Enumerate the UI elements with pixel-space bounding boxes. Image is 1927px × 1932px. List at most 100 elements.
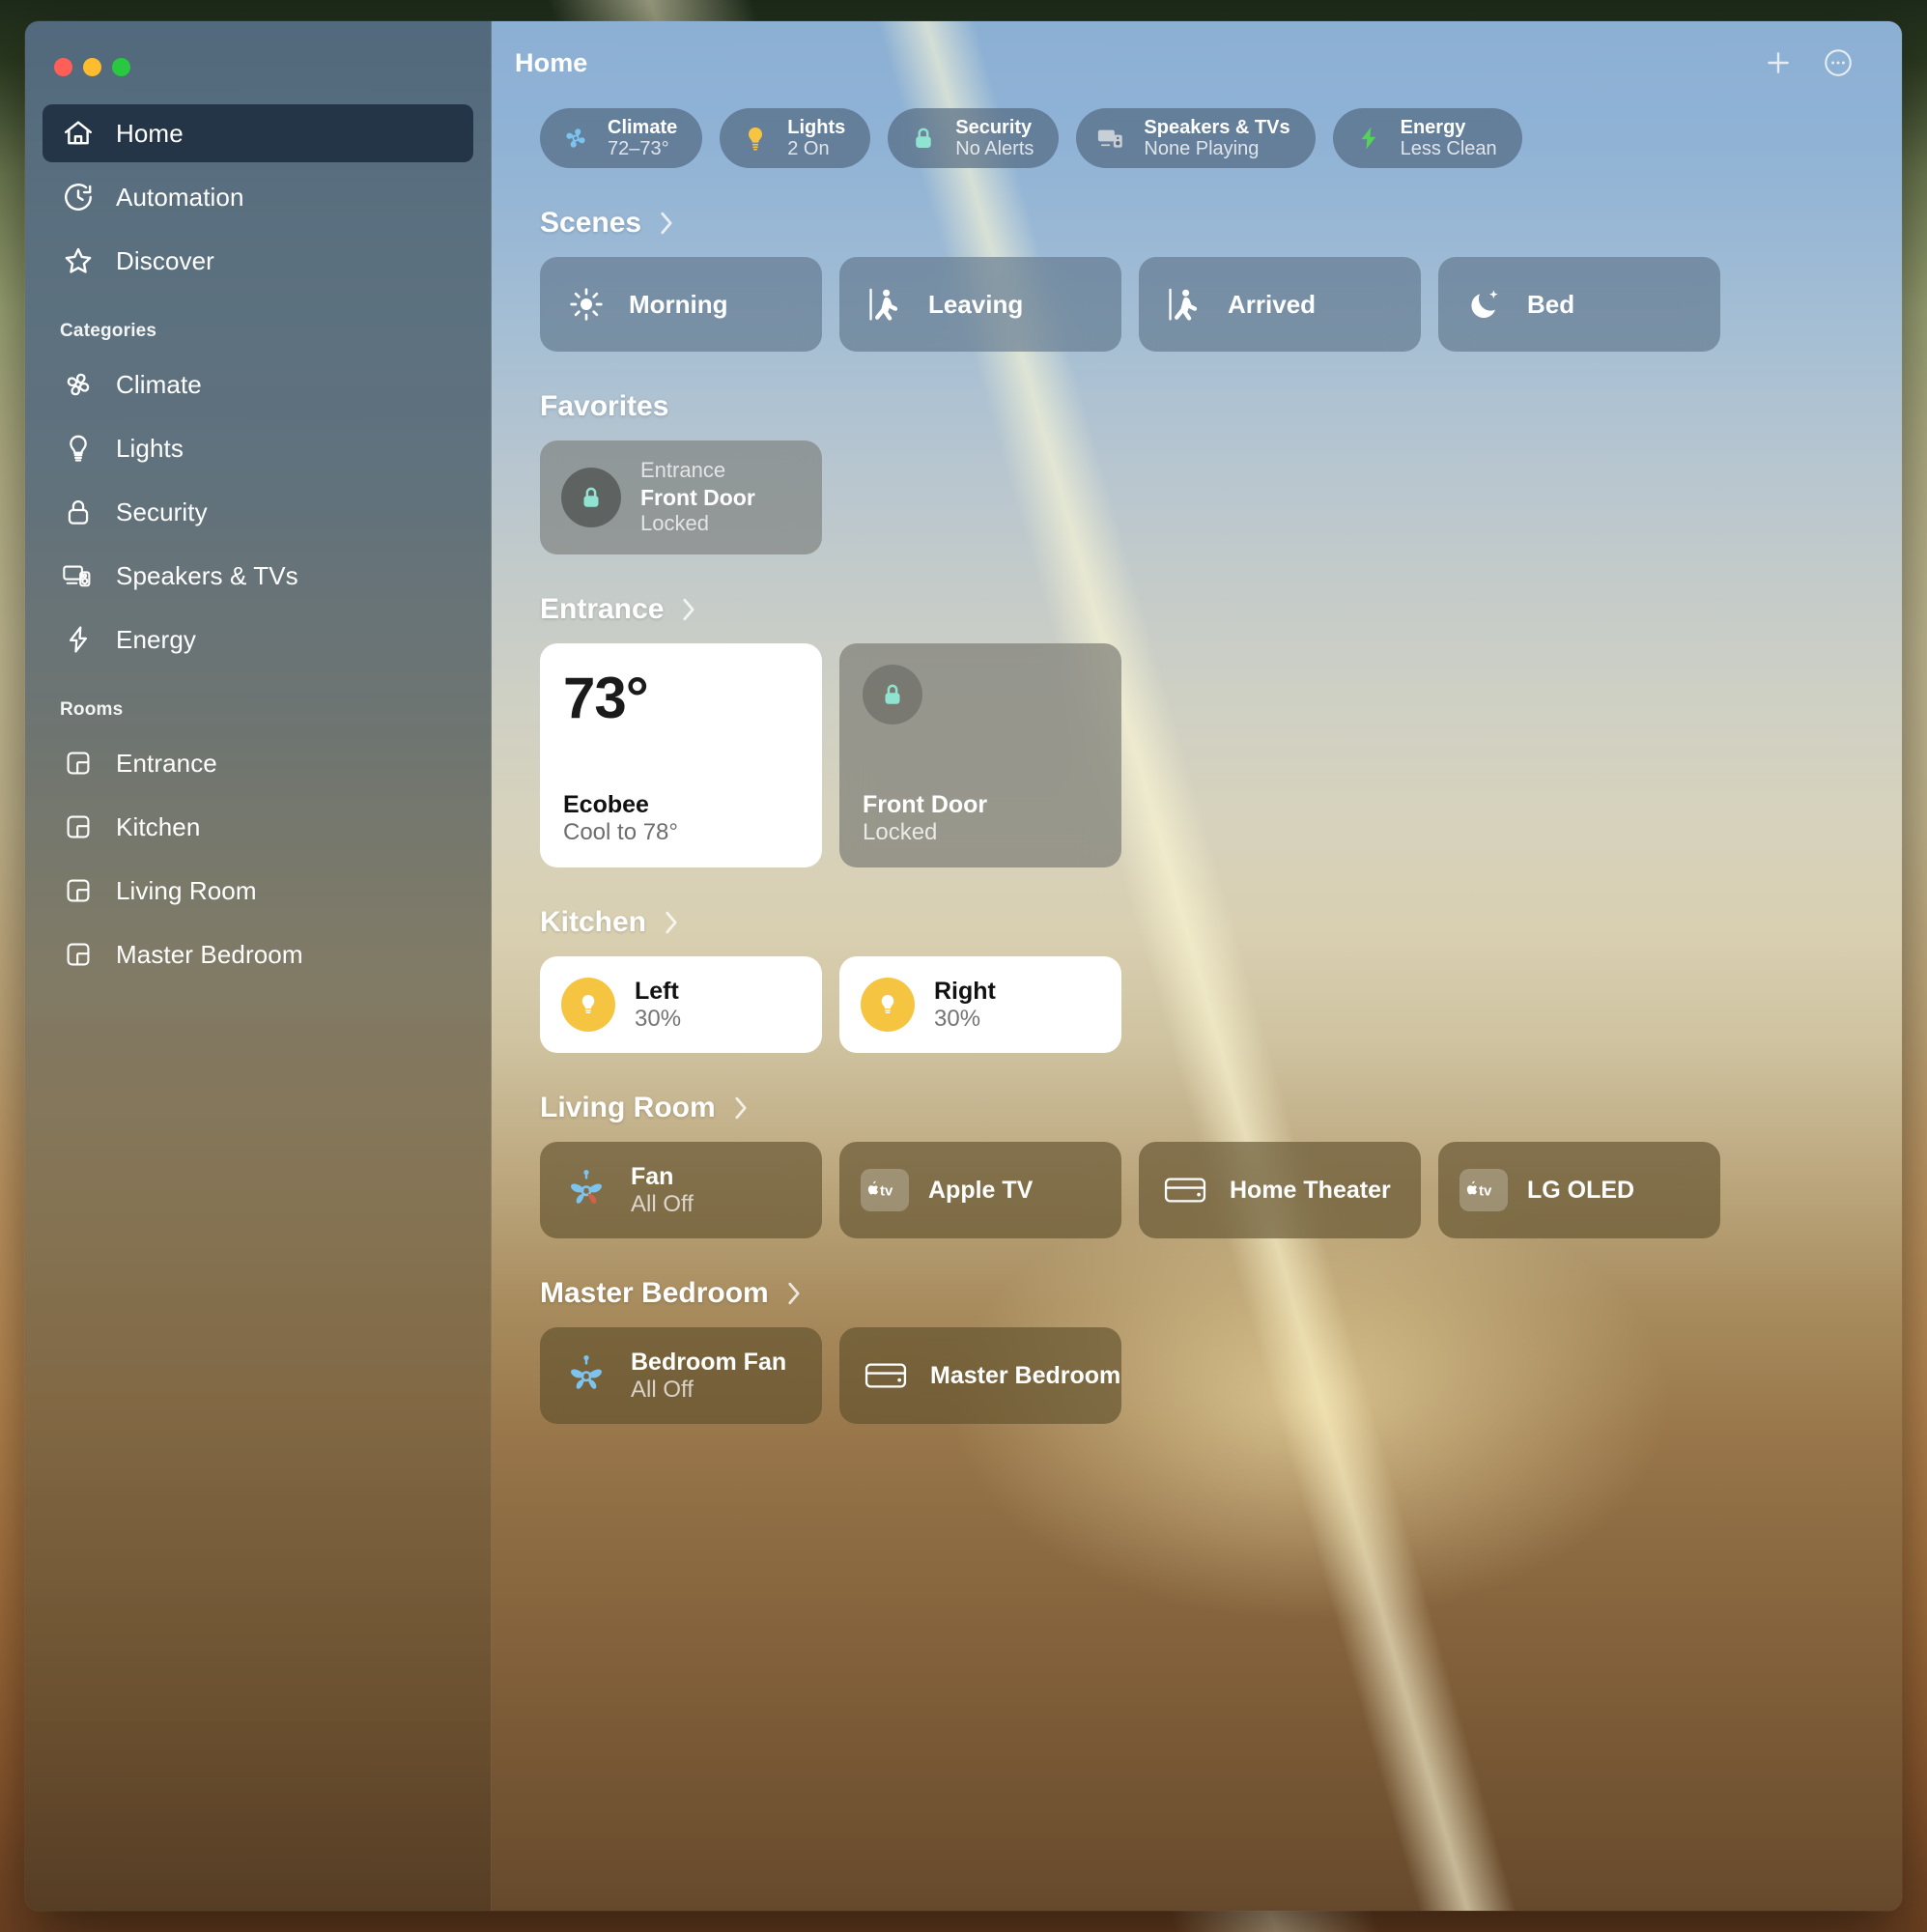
add-button[interactable] bbox=[1757, 42, 1799, 84]
sidebar-item-label: Lights bbox=[116, 434, 184, 464]
sidebar-item-master-bedroom[interactable]: Master Bedroom bbox=[43, 925, 473, 983]
close-button[interactable] bbox=[54, 58, 72, 76]
accessory-tile-apple-tv[interactable]: tv Apple TV bbox=[839, 1142, 1121, 1238]
accessory-tile-text: Bedroom Fan All Off bbox=[631, 1349, 786, 1404]
accessory-tile-master-bedroom-receiver[interactable]: Master Bedroom bbox=[839, 1327, 1121, 1424]
ceiling-fan-icon bbox=[561, 1165, 611, 1215]
sidebar: Home Automation Discover Catego bbox=[25, 21, 492, 1911]
scene-tile-bed[interactable]: Bed bbox=[1438, 257, 1720, 352]
status-pill-security[interactable]: Security No Alerts bbox=[888, 108, 1059, 168]
sidebar-item-automation[interactable]: Automation bbox=[43, 168, 473, 226]
accessory-name: Apple TV bbox=[928, 1177, 1033, 1205]
accessory-tile-bedroom-fan[interactable]: Bedroom Fan All Off bbox=[540, 1327, 822, 1424]
accessory-tile-text: Right 30% bbox=[934, 978, 996, 1033]
room-icon bbox=[60, 936, 97, 973]
section-title: Master Bedroom bbox=[540, 1277, 769, 1310]
sidebar-item-label: Discover bbox=[116, 246, 214, 276]
speaker-tv-icon bbox=[1095, 122, 1128, 155]
bolt-icon bbox=[1352, 122, 1385, 155]
lock-icon bbox=[561, 468, 621, 527]
sidebar-item-climate[interactable]: Climate bbox=[43, 355, 473, 413]
status-pill-title: Energy bbox=[1401, 117, 1497, 138]
clock-icon bbox=[60, 179, 97, 215]
status-pill-title: Security bbox=[955, 117, 1034, 138]
section-header-entrance[interactable]: Entrance bbox=[515, 554, 1879, 643]
room-icon bbox=[60, 809, 97, 845]
status-pill-subtitle: None Playing bbox=[1144, 138, 1289, 159]
minimize-button[interactable] bbox=[83, 58, 101, 76]
sidebar-item-energy[interactable]: Energy bbox=[43, 611, 473, 668]
home-app-window: Home Automation Discover Catego bbox=[25, 21, 1902, 1911]
living-room-tile-row: Fan All Off tv Apple TV bbox=[515, 1142, 1879, 1238]
appletv-icon: tv bbox=[861, 1169, 909, 1211]
accessory-tile-text: Front Door Locked bbox=[863, 791, 1098, 846]
sidebar-item-home[interactable]: Home bbox=[43, 104, 473, 162]
section-header-master-bedroom[interactable]: Master Bedroom bbox=[515, 1238, 1879, 1327]
accessory-tile-front-door[interactable]: Front Door Locked bbox=[839, 643, 1121, 867]
scene-tile-morning[interactable]: Morning bbox=[540, 257, 822, 352]
accessory-tile-left-light[interactable]: Left 30% bbox=[540, 956, 822, 1053]
person-walking-in-icon bbox=[1164, 283, 1206, 326]
sidebar-item-living-room[interactable]: Living Room bbox=[43, 862, 473, 920]
section-header-living-room[interactable]: Living Room bbox=[515, 1053, 1879, 1142]
sidebar-rooms-header: Rooms bbox=[25, 674, 491, 734]
sidebar-item-discover[interactable]: Discover bbox=[43, 232, 473, 290]
house-icon bbox=[60, 115, 97, 152]
section-header-kitchen[interactable]: Kitchen bbox=[515, 867, 1879, 956]
more-options-button[interactable] bbox=[1817, 42, 1859, 84]
lock-icon bbox=[907, 122, 940, 155]
svg-text:tv: tv bbox=[880, 1182, 893, 1199]
status-pill-climate[interactable]: Climate 72–73° bbox=[540, 108, 702, 168]
sidebar-item-lights[interactable]: Lights bbox=[43, 419, 473, 477]
person-walking-out-icon bbox=[864, 283, 907, 326]
sidebar-item-label: Security bbox=[116, 497, 208, 527]
entrance-tile-row: 73° Ecobee Cool to 78° Front Door bbox=[515, 643, 1879, 867]
accessory-tile-ecobee[interactable]: 73° Ecobee Cool to 78° bbox=[540, 643, 822, 867]
main-content: Home bbox=[492, 21, 1902, 1911]
sidebar-primary-list: Home Automation Discover bbox=[25, 104, 491, 290]
sidebar-item-kitchen[interactable]: Kitchen bbox=[43, 798, 473, 856]
favorite-card-front-door[interactable]: Entrance Front Door Locked bbox=[540, 440, 822, 554]
bulb-icon bbox=[60, 430, 97, 467]
section-header-scenes[interactable]: Scenes bbox=[515, 168, 1879, 257]
status-pill-text: Lights 2 On bbox=[787, 117, 845, 160]
accessory-state: 30% bbox=[635, 1006, 681, 1033]
status-pill-lights[interactable]: Lights 2 On bbox=[720, 108, 870, 168]
favorites-row: Entrance Front Door Locked bbox=[515, 440, 1879, 554]
accessory-tile-lg-oled[interactable]: tv LG OLED bbox=[1438, 1142, 1720, 1238]
accessory-state: All Off bbox=[631, 1377, 786, 1404]
scene-tile-arrived[interactable]: Arrived bbox=[1139, 257, 1421, 352]
status-pill-text: Security No Alerts bbox=[955, 117, 1034, 160]
section-title: Entrance bbox=[540, 593, 664, 626]
speaker-tv-icon bbox=[60, 557, 97, 594]
favorite-state: Locked bbox=[640, 511, 755, 537]
sidebar-item-security[interactable]: Security bbox=[43, 483, 473, 541]
accessory-tile-right-light[interactable]: Right 30% bbox=[839, 956, 1121, 1053]
accessory-tile-text: Apple TV bbox=[928, 1177, 1033, 1205]
chevron-right-icon bbox=[731, 1094, 752, 1122]
status-pill-text: Energy Less Clean bbox=[1401, 117, 1497, 160]
section-title: Living Room bbox=[540, 1092, 716, 1124]
sidebar-item-label: Master Bedroom bbox=[116, 940, 303, 970]
scene-tile-leaving[interactable]: Leaving bbox=[839, 257, 1121, 352]
status-pill-speakers-tvs[interactable]: Speakers & TVs None Playing bbox=[1076, 108, 1315, 168]
chevron-right-icon bbox=[662, 908, 683, 937]
status-pill-subtitle: 2 On bbox=[787, 138, 845, 159]
bolt-icon bbox=[60, 621, 97, 658]
accessory-name: Front Door bbox=[863, 791, 1098, 819]
status-pill-energy[interactable]: Energy Less Clean bbox=[1333, 108, 1522, 168]
sidebar-item-entrance[interactable]: Entrance bbox=[43, 734, 473, 792]
sidebar-categories-list: Climate Lights Securit bbox=[25, 355, 491, 668]
receiver-icon bbox=[861, 1350, 911, 1401]
chevron-right-icon bbox=[679, 595, 700, 624]
main-titlebar: Home bbox=[492, 21, 1902, 104]
window-traffic-lights bbox=[25, 21, 491, 104]
room-icon bbox=[60, 745, 97, 781]
accessory-tile-fan[interactable]: Fan All Off bbox=[540, 1142, 822, 1238]
sidebar-item-speakers-tvs[interactable]: Speakers & TVs bbox=[43, 547, 473, 605]
accessory-tile-home-theater[interactable]: Home Theater bbox=[1139, 1142, 1421, 1238]
favorite-name: Front Door bbox=[640, 484, 755, 511]
sidebar-item-label: Home bbox=[116, 119, 184, 149]
zoom-button[interactable] bbox=[112, 58, 130, 76]
sidebar-item-label: Kitchen bbox=[116, 812, 200, 842]
